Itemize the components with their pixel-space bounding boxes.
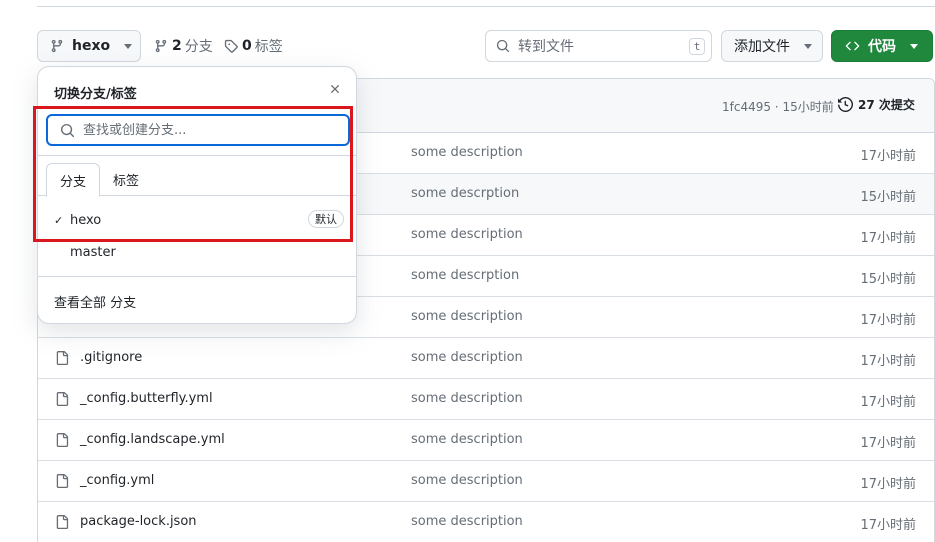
- history-icon: [838, 97, 853, 112]
- file-row[interactable]: package-lock.json some description 17小时前: [38, 502, 934, 542]
- branch-count-label: 分支: [184, 39, 213, 55]
- close-icon[interactable]: [328, 82, 342, 96]
- file-icon: [55, 391, 69, 407]
- default-badge: 默认: [308, 210, 344, 228]
- commit-time: 17小时前: [860, 477, 916, 492]
- commit-time: 17小时前: [860, 313, 916, 328]
- commit-time: 17小时前: [860, 518, 916, 533]
- file-row[interactable]: _config.yml some description 17小时前: [38, 461, 934, 502]
- code-icon: [845, 39, 860, 53]
- commit-time: 15小时前: [860, 272, 916, 287]
- commit-message[interactable]: some description: [411, 391, 523, 406]
- goto-file-placeholder: 转到文件: [518, 39, 574, 55]
- branch-search-input[interactable]: [83, 122, 313, 138]
- commit-message[interactable]: some descrption: [411, 268, 519, 283]
- code-button[interactable]: 代码: [831, 30, 933, 62]
- branch-name: master: [70, 244, 116, 260]
- tag-count-label: 标签: [254, 39, 283, 55]
- file-name[interactable]: _config.landscape.yml: [80, 432, 225, 447]
- history-label: 27 次提交: [858, 98, 915, 112]
- branch-select-button[interactable]: hexo: [37, 30, 141, 62]
- commit-time: 17小时前: [860, 354, 916, 369]
- view-all-branches-link[interactable]: 查看全部 分支: [54, 292, 136, 311]
- git-branch-icon: [50, 39, 64, 53]
- commit-time: 15小时前: [860, 190, 916, 205]
- goto-file-input[interactable]: 转到文件 t: [485, 30, 712, 62]
- commit-message[interactable]: some description: [411, 309, 523, 324]
- popover-title: 切换分支/标签: [54, 87, 137, 102]
- file-icon: [55, 473, 69, 489]
- branch-switcher-popover: 切换分支/标签 分支 标签 ✓ hexo 默认 master 查看全部 分支: [37, 66, 357, 324]
- code-label: 代码: [868, 39, 896, 55]
- commit-message[interactable]: some description: [411, 145, 523, 160]
- commit-message[interactable]: some description: [411, 227, 523, 242]
- commit-message[interactable]: some descrption: [411, 186, 519, 201]
- commit-message[interactable]: some description: [411, 514, 523, 529]
- add-file-button[interactable]: 添加文件: [721, 30, 823, 62]
- add-file-label: 添加文件: [734, 39, 790, 55]
- file-name[interactable]: _config.yml: [80, 473, 154, 488]
- top-divider: [37, 6, 935, 7]
- repo-toolbar: hexo 2 分支 0 标签 转到文件 t 添加文件 代码: [0, 30, 935, 62]
- search-icon: [60, 123, 75, 138]
- branches-link[interactable]: 2 分支: [154, 30, 213, 62]
- check-icon: ✓: [54, 213, 64, 227]
- file-icon: [55, 350, 69, 366]
- chevron-down-icon: [910, 43, 918, 49]
- branch-name: hexo: [70, 212, 102, 228]
- file-icon: [55, 432, 69, 448]
- file-name[interactable]: package-lock.json: [80, 514, 197, 529]
- keyboard-shortcut-hint: t: [689, 38, 705, 55]
- commit-history-link[interactable]: 27 次提交: [838, 96, 915, 113]
- tag-count: 0: [242, 38, 252, 54]
- divider: [38, 276, 356, 277]
- file-row[interactable]: .gitignore some description 17小时前: [38, 338, 934, 379]
- file-row[interactable]: _config.butterfly.yml some description 1…: [38, 379, 934, 420]
- commit-time: 17小时前: [860, 395, 916, 410]
- commit-message[interactable]: some description: [411, 473, 523, 488]
- commit-time: 17小时前: [860, 231, 916, 246]
- chevron-down-icon: [804, 43, 812, 49]
- git-branch-icon: [154, 39, 168, 53]
- branch-item-hexo[interactable]: ✓ hexo 默认: [54, 208, 344, 232]
- tab-tags[interactable]: 标签: [104, 163, 148, 196]
- search-icon: [496, 39, 510, 53]
- current-branch-label: hexo: [72, 38, 111, 54]
- branch-search-field[interactable]: [46, 114, 350, 146]
- tags-link[interactable]: 0 标签: [224, 30, 283, 62]
- chevron-down-icon: [124, 43, 133, 49]
- divider: [38, 155, 356, 156]
- file-row[interactable]: _config.landscape.yml some description 1…: [38, 420, 934, 461]
- branch-item-master[interactable]: master: [54, 240, 344, 264]
- tag-icon: [224, 39, 238, 53]
- branch-tag-tabs: 分支 标签: [38, 163, 356, 197]
- branch-count: 2: [172, 38, 182, 54]
- file-name[interactable]: _config.butterfly.yml: [80, 391, 213, 406]
- file-icon: [55, 514, 69, 530]
- commit-time: 17小时前: [860, 436, 916, 451]
- commit-message[interactable]: some description: [411, 350, 523, 365]
- commit-time: 17小时前: [860, 149, 916, 164]
- commit-message[interactable]: some description: [411, 432, 523, 447]
- file-name[interactable]: .gitignore: [80, 350, 142, 365]
- commit-meta[interactable]: 1fc4495 · 15小时前: [722, 98, 834, 115]
- tab-branches[interactable]: 分支: [46, 163, 100, 197]
